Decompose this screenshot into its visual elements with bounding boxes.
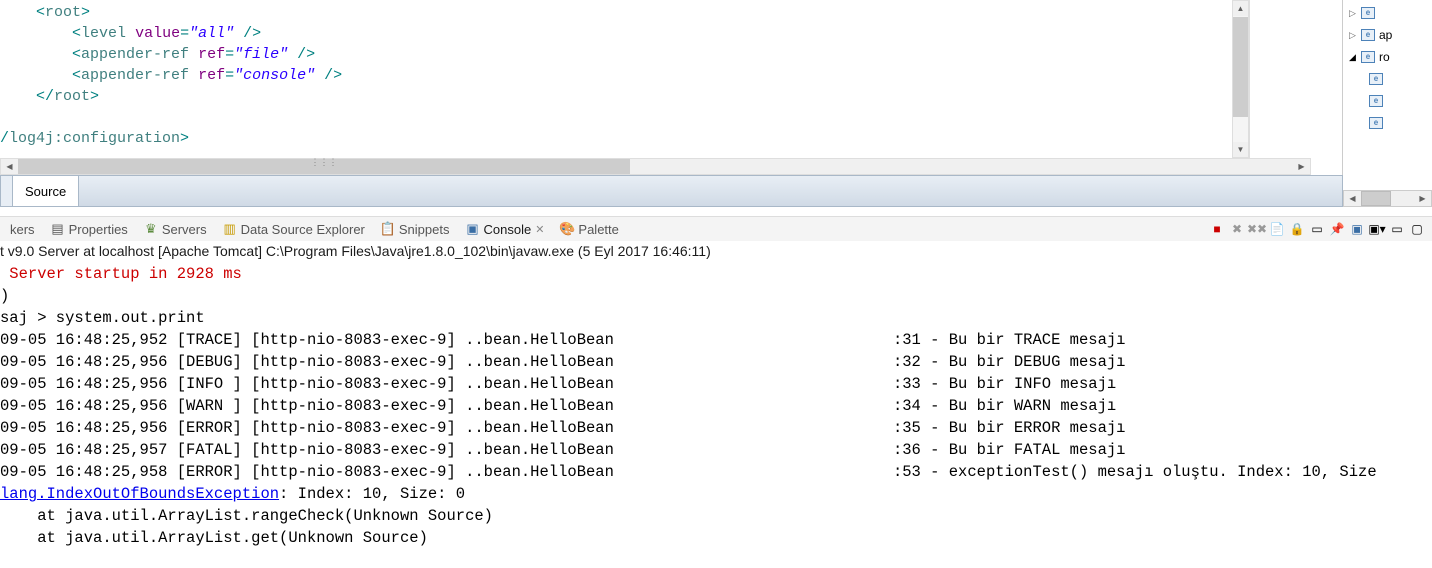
tag-root-close: root [54, 88, 90, 105]
console-output[interactable]: Server startup in 2928 ms ) saj > system… [0, 263, 1432, 568]
palette-icon: 🎨 [560, 222, 574, 236]
attr-ref-1: ref [198, 46, 225, 63]
scroll-left-arrow-icon[interactable]: ◀ [1, 159, 18, 174]
element-icon: e [1361, 51, 1375, 63]
tag-root-open: root [45, 4, 81, 21]
tag-level: level [81, 25, 126, 42]
open-console-button[interactable]: ▣▾ [1368, 220, 1386, 238]
tag-config-close: log4j:configuration [9, 130, 180, 147]
hscroll-track[interactable]: ⋮⋮⋮ [18, 159, 1293, 174]
element-icon: e [1369, 117, 1383, 129]
hscroll-thumb[interactable]: ⋮⋮⋮ [18, 159, 630, 174]
tab-properties[interactable]: ▤ Properties [43, 218, 136, 241]
tag-appender-ref-2: appender-ref [81, 67, 189, 84]
element-icon: e [1361, 29, 1375, 41]
log-line-startup: Server startup in 2928 ms [0, 265, 242, 283]
hscroll-thumb[interactable] [1361, 191, 1391, 206]
tab-source[interactable]: Source [12, 176, 79, 206]
overview-ruler [1249, 0, 1253, 158]
attr-ref-2: ref [198, 67, 225, 84]
maximize-button[interactable]: ▢ [1408, 220, 1426, 238]
scroll-thumb[interactable] [1233, 17, 1248, 117]
outline-item[interactable]: ▷eap [1349, 24, 1432, 46]
log-line: 09-05 16:48:25,956 [DEBUG] [http-nio-808… [0, 353, 1125, 371]
tab-data-source-explorer[interactable]: ▥ Data Source Explorer [215, 218, 373, 241]
outline-label: ro [1379, 50, 1390, 64]
scroll-right-arrow-icon[interactable]: ▶ [1414, 191, 1431, 206]
tab-label: Snippets [399, 222, 450, 237]
tab-console[interactable]: ▣ Console ✕ [457, 218, 552, 241]
attr-ref-file: "file" [234, 46, 288, 63]
log-line-stack: at java.util.ArrayList.get(Unknown Sourc… [0, 529, 428, 547]
element-icon: e [1369, 73, 1383, 85]
tag-appender-ref-1: appender-ref [81, 46, 189, 63]
log-line: 09-05 16:48:25,952 [TRACE] [http-nio-808… [0, 331, 1125, 349]
scroll-down-arrow-icon[interactable]: ▼ [1233, 142, 1248, 157]
display-console-button[interactable]: ▣ [1348, 220, 1366, 238]
tab-label: Source [25, 184, 66, 199]
scroll-left-arrow-icon[interactable]: ◀ [1344, 191, 1361, 206]
outline-item[interactable]: e [1349, 112, 1432, 134]
remove-launch-button[interactable]: ✖ [1228, 220, 1246, 238]
outline-horizontal-scrollbar[interactable]: ◀ ▶ [1343, 190, 1432, 207]
editor-horizontal-scrollbar[interactable]: ◀ ⋮⋮⋮ ▶ [0, 158, 1311, 175]
log-line: : Index: 10, Size: 0 [279, 485, 465, 503]
exception-link[interactable]: lang.IndexOutOfBoundsException [0, 485, 279, 503]
log-line: 09-05 16:48:25,956 [WARN ] [http-nio-808… [0, 397, 1116, 415]
outline-tree[interactable]: ▷e ▷eap ◢ero e e e [1343, 0, 1432, 134]
log-line: 09-05 16:48:25,956 [INFO ] [http-nio-808… [0, 375, 1116, 393]
tab-label: Palette [578, 222, 618, 237]
editor-area: <root> <level value="all" /> <appender-r… [0, 0, 1343, 176]
scroll-right-arrow-icon[interactable]: ▶ [1293, 159, 1310, 174]
word-wrap-button[interactable]: ▭ [1308, 220, 1326, 238]
snippets-icon: 📋 [381, 222, 395, 236]
outline-item[interactable]: ◢ero [1349, 46, 1432, 68]
tab-palette[interactable]: 🎨 Palette [552, 218, 626, 241]
log-line: 09-05 16:48:25,956 [ERROR] [http-nio-808… [0, 419, 1125, 437]
log-line: 09-05 16:48:25,958 [ERROR] [http-nio-808… [0, 463, 1377, 481]
terminate-button[interactable]: ■ [1208, 220, 1226, 238]
scroll-lock-button[interactable]: 🔒 [1288, 220, 1306, 238]
log-line: ) [0, 287, 9, 305]
element-icon: e [1369, 95, 1383, 107]
log-line: saj > system.out.print [0, 309, 205, 327]
remove-all-button[interactable]: ✖✖ [1248, 220, 1266, 238]
datasource-icon: ▥ [223, 222, 237, 236]
element-icon: e [1361, 7, 1375, 19]
console-toolbar: ■ ✖ ✖✖ 📄 🔒 ▭ 📌 ▣ ▣▾ ▭ ▢ [1208, 220, 1430, 238]
console-process-label: t v9.0 Server at localhost [Apache Tomca… [0, 241, 1432, 263]
tab-label: Console [483, 222, 531, 237]
tab-label: Data Source Explorer [241, 222, 365, 237]
clear-console-button[interactable]: 📄 [1268, 220, 1286, 238]
tab-servers[interactable]: ♛ Servers [136, 218, 215, 241]
servers-icon: ♛ [144, 222, 158, 236]
editor-bottom-tabs: Source [0, 175, 1343, 207]
console-icon: ▣ [465, 222, 479, 236]
editor-vertical-scrollbar[interactable]: ▲ ▼ [1232, 0, 1249, 158]
outline-item[interactable]: ▷e [1349, 2, 1432, 24]
minimize-button[interactable]: ▭ [1388, 220, 1406, 238]
tab-label: kers [10, 222, 35, 237]
tab-snippets[interactable]: 📋 Snippets [373, 218, 458, 241]
outline-label: ap [1379, 28, 1392, 42]
outline-item[interactable]: e [1349, 68, 1432, 90]
bottom-view-tabs: kers ▤ Properties ♛ Servers ▥ Data Source E… [0, 216, 1432, 241]
pin-console-button[interactable]: 📌 [1328, 220, 1346, 238]
scroll-up-arrow-icon[interactable]: ▲ [1233, 1, 1248, 16]
code-block[interactable]: <root> <level value="all" /> <appender-r… [0, 0, 1342, 159]
outline-item[interactable]: e [1349, 90, 1432, 112]
properties-icon: ▤ [51, 222, 65, 236]
outline-panel: ▷e ▷eap ◢ero e e e ◀ ▶ [1343, 0, 1432, 207]
log-line: 09-05 16:48:25,957 [FATAL] [http-nio-808… [0, 441, 1125, 459]
attr-value-all: "all" [189, 25, 234, 42]
log-line-stack: at java.util.ArrayList.rangeCheck(Unknow… [0, 507, 493, 525]
tab-label: Properties [69, 222, 128, 237]
close-icon[interactable]: ✕ [535, 223, 544, 236]
attr-value: value [135, 25, 180, 42]
tab-markers[interactable]: kers [2, 218, 43, 241]
tab-label: Servers [162, 222, 207, 237]
attr-ref-console: "console" [234, 67, 315, 84]
